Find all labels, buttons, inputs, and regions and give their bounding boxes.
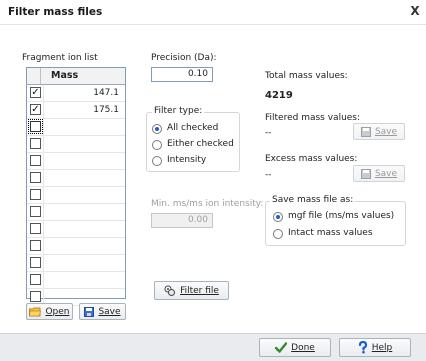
filtered-mass-label: Filtered mass values: [265,113,361,123]
row-divider [43,255,44,272]
filter-type-label: Filter type: [152,106,205,116]
save-excess-label: Save [374,168,398,179]
radio-either-checked[interactable] [152,140,162,150]
radio-all-checked-label[interactable]: All checked [167,123,218,133]
checkmark-icon [275,342,288,353]
table-row[interactable] [27,204,125,221]
row-divider [43,170,44,187]
row-divider [43,136,44,153]
save-excess-button[interactable]: Save [353,165,405,182]
filter-file-button[interactable]: Filter file [154,281,229,300]
row-divider [43,102,44,119]
save-as-group [265,201,406,246]
row-checkbox[interactable] [30,172,41,183]
row-checkbox[interactable] [30,274,41,285]
row-divider [43,204,44,221]
done-button[interactable]: Done [259,338,331,357]
grid-header: Mass [27,68,125,85]
save-filtered-label: Save [374,126,398,137]
row-checkbox[interactable] [30,240,41,251]
table-row[interactable] [27,119,125,136]
table-row[interactable] [27,255,125,272]
mass-cell[interactable]: 147.1 [93,88,119,98]
filter-icon [164,285,176,297]
radio-mgf-file[interactable] [273,212,283,222]
radio-all-checked[interactable] [152,124,162,134]
window-title: Filter mass files [8,6,103,18]
table-row[interactable] [27,221,125,238]
table-row[interactable]: ✓ 147.1 [27,85,125,102]
save-list-button[interactable]: Save [79,303,126,320]
grid-header-corner [27,68,41,84]
table-row[interactable] [27,272,125,289]
row-checkbox[interactable] [28,119,43,134]
row-divider [43,187,44,204]
table-row[interactable] [27,187,125,204]
mass-cell[interactable]: 175.1 [93,105,119,115]
save-list-label: Save [98,306,121,317]
row-divider [43,85,44,102]
open-button[interactable]: Open [26,303,73,320]
close-icon[interactable]: X [408,4,422,18]
row-checkbox[interactable] [30,155,41,166]
row-checkbox[interactable] [30,291,41,302]
filter-file-label: Filter file [180,285,219,296]
row-checkbox[interactable] [30,138,41,149]
radio-intensity-label[interactable]: Intensity [167,155,206,165]
precision-label: Precision (Da): [151,53,217,63]
precision-input[interactable]: 0.10 [151,67,213,82]
save-icon [360,126,371,137]
row-checkbox[interactable] [30,223,41,234]
save-as-label: Save mass file as: [270,195,356,205]
table-row[interactable] [27,136,125,153]
done-label: Done [291,342,315,353]
min-msms-input[interactable]: 0.00 [151,213,213,228]
help-icon [358,341,368,354]
row-divider [43,272,44,289]
excess-mass-value: -- [265,170,272,180]
total-mass-value: 4219 [265,90,293,101]
total-mass-label: Total mass values: [265,71,348,81]
save-icon [360,168,371,179]
row-divider [43,119,44,136]
table-row[interactable] [27,170,125,187]
radio-intensity[interactable] [152,156,162,166]
radio-either-checked-label[interactable]: Either checked [167,139,234,149]
row-divider [43,238,44,255]
fragment-ion-grid[interactable]: Mass ✓ 147.1 ✓ 175.1 [26,67,126,306]
radio-intact-mass-label[interactable]: Intact mass values [288,228,373,238]
open-label: Open [45,306,70,317]
row-divider [43,153,44,170]
filtered-mass-value: -- [265,128,272,138]
table-row[interactable]: ✓ 175.1 [27,102,125,119]
mass-column-header[interactable]: Mass [51,70,78,81]
save-icon [84,306,95,317]
row-checkbox[interactable] [30,206,41,217]
table-row[interactable] [27,238,125,255]
fragment-list-label: Fragment ion list [22,53,98,63]
table-row[interactable] [27,153,125,170]
help-button[interactable]: Help [339,338,411,357]
row-checkbox[interactable]: ✓ [30,104,41,115]
row-checkbox[interactable] [30,257,41,268]
row-divider [43,221,44,238]
folder-icon [29,307,42,317]
excess-mass-label: Excess mass values: [265,154,358,164]
radio-intact-mass[interactable] [273,229,283,239]
row-checkbox[interactable] [30,189,41,200]
row-checkbox[interactable]: ✓ [30,87,41,98]
min-msms-label: Min. ms/ms ion intensity: [151,199,264,209]
title-bar: Filter mass files X [0,0,426,25]
save-filtered-button[interactable]: Save [353,123,405,140]
radio-mgf-file-label[interactable]: mgf file (ms/ms values) [288,211,394,221]
help-label: Help [371,342,393,353]
